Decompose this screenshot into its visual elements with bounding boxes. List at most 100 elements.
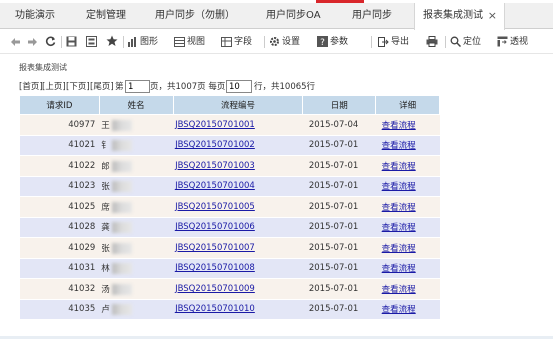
pager-next-link[interactable]: [下页] bbox=[66, 80, 90, 92]
chart-button[interactable]: 图形 bbox=[128, 34, 158, 50]
redacted-name bbox=[111, 263, 132, 275]
table-row: 41022 郎 JBSQ20150701003 2015-07-01 查看流程 bbox=[19, 155, 440, 177]
cell-detail: 查看流程 bbox=[375, 237, 440, 259]
cell-name: 林 bbox=[99, 257, 174, 279]
pivot-icon bbox=[497, 36, 508, 47]
tab-demo[interactable]: 功能演示 bbox=[15, 3, 55, 29]
export-button[interactable]: 导出 bbox=[378, 34, 409, 50]
flow-code-link[interactable]: JBSQ20150701007 bbox=[175, 243, 255, 253]
export-label: 导出 bbox=[391, 37, 410, 47]
page-number-input[interactable] bbox=[125, 80, 150, 93]
close-icon[interactable]: × bbox=[488, 3, 497, 29]
flow-code-link[interactable]: JBSQ20150701004 bbox=[175, 181, 255, 191]
star-icon[interactable] bbox=[106, 34, 120, 50]
cell-detail: 查看流程 bbox=[375, 155, 440, 177]
pivot-button[interactable]: 透视 bbox=[497, 34, 528, 50]
column-header-name[interactable]: 姓名 bbox=[98, 95, 174, 115]
gear-icon bbox=[270, 37, 279, 46]
search-icon bbox=[450, 36, 461, 47]
column-header-code[interactable]: 流程编号 bbox=[172, 95, 304, 115]
user-name: 王 bbox=[101, 120, 110, 131]
user-name: 钅 bbox=[101, 141, 110, 152]
view-flow-link[interactable]: 查看流程 bbox=[382, 264, 416, 274]
cell-date: 2015-07-01 bbox=[302, 257, 376, 279]
tab-report-test[interactable]: 报表集成测试 × bbox=[414, 3, 505, 30]
tab-report-test-label: 报表集成测试 bbox=[423, 10, 483, 21]
arrow-left-icon[interactable] bbox=[10, 34, 23, 50]
cell-id: 41028 bbox=[19, 216, 100, 238]
cell-detail: 查看流程 bbox=[375, 216, 440, 238]
printer-icon[interactable] bbox=[426, 34, 440, 50]
flow-code-link[interactable]: JBSQ20150701005 bbox=[175, 202, 255, 212]
per-page-input[interactable] bbox=[226, 80, 252, 93]
flow-code-link[interactable]: JBSQ20150701003 bbox=[175, 161, 255, 171]
user-name: 席 bbox=[101, 202, 110, 213]
column-header-detail[interactable]: 详细 bbox=[375, 95, 440, 115]
request-id: 40977 bbox=[68, 119, 96, 130]
redacted-name bbox=[111, 304, 132, 316]
field-button[interactable]: 字段 bbox=[221, 34, 252, 50]
flow-code-link[interactable]: JBSQ20150701002 bbox=[175, 140, 255, 150]
bar-chart-icon bbox=[128, 37, 136, 47]
export-icon bbox=[378, 37, 389, 47]
view-button[interactable]: 视图 bbox=[174, 34, 205, 50]
pager-total: 行，共10065行 bbox=[254, 82, 316, 92]
locate-button[interactable]: 定位 bbox=[450, 34, 481, 50]
request-id: 41028 bbox=[68, 222, 96, 233]
pager-prev-link[interactable]: [上页] bbox=[42, 80, 66, 92]
user-name: 张 bbox=[101, 182, 110, 193]
cell-detail: 查看流程 bbox=[375, 196, 440, 218]
settings-button[interactable]: 设置 bbox=[269, 34, 300, 50]
view-flow-link[interactable]: 查看流程 bbox=[382, 305, 416, 315]
report-table: 请求ID 姓名 流程编号 日期 详细 40977 王 JBSQ20150701001… bbox=[19, 95, 440, 320]
view-flow-link[interactable]: 查看流程 bbox=[382, 285, 416, 295]
cell-id: 41031 bbox=[19, 257, 100, 279]
field-label: 字段 bbox=[234, 37, 253, 47]
table-row: 41032 汤 JBSQ20150701009 2015-07-01 查看流程 bbox=[19, 278, 440, 300]
table-row: 41025 席 JBSQ20150701005 2015-07-01 查看流程 bbox=[19, 196, 440, 218]
locate-label: 定位 bbox=[463, 37, 482, 47]
cell-code: JBSQ20150701001 bbox=[173, 114, 303, 136]
request-id: 41025 bbox=[68, 201, 96, 212]
flow-code-link[interactable]: JBSQ20150701009 bbox=[175, 284, 255, 294]
pager-first-link[interactable]: [首页] bbox=[19, 80, 43, 92]
view-label: 视图 bbox=[187, 37, 206, 47]
column-header-id[interactable]: 请求ID bbox=[19, 95, 100, 115]
cell-name: 张 bbox=[99, 237, 174, 259]
flow-code-link[interactable]: JBSQ20150701001 bbox=[175, 120, 255, 130]
flow-code-link[interactable]: JBSQ20150701008 bbox=[175, 263, 255, 273]
cell-date: 2015-07-01 bbox=[302, 134, 376, 156]
table-row: 40977 王 JBSQ20150701001 2015-07-04 查看流程 bbox=[19, 114, 440, 136]
view-flow-link[interactable]: 查看流程 bbox=[382, 182, 416, 192]
view-flow-link[interactable]: 查看流程 bbox=[382, 121, 416, 131]
view-flow-link[interactable]: 查看流程 bbox=[382, 141, 416, 151]
field-icon bbox=[221, 37, 232, 47]
arrow-right-icon[interactable] bbox=[27, 34, 40, 50]
tab-user-sync[interactable]: 用户同步 bbox=[352, 3, 392, 29]
view-flow-link[interactable]: 查看流程 bbox=[382, 203, 416, 213]
tab-custom-manage[interactable]: 定制管理 bbox=[86, 3, 126, 29]
toolbar: 图形 视图 字段 设置 ? 参数 导出 定位 透视 bbox=[0, 30, 553, 54]
app-window: 功能演示 定制管理 用户同步（勿删） 用户同步OA 用户同步 报表集成测试 × bbox=[0, 0, 553, 339]
cell-id: 41022 bbox=[19, 155, 100, 177]
cell-id: 41032 bbox=[19, 278, 100, 300]
tab-user-sync-oa[interactable]: 用户同步OA bbox=[266, 3, 321, 29]
tab-user-sync-nodelete[interactable]: 用户同步（勿删） bbox=[155, 3, 235, 29]
pager-last-link[interactable]: [尾页] bbox=[90, 80, 114, 92]
view-flow-link[interactable]: 查看流程 bbox=[382, 223, 416, 233]
svg-text:?: ? bbox=[320, 38, 325, 47]
save-as-icon[interactable] bbox=[86, 34, 99, 50]
flow-code-link[interactable]: JBSQ20150701006 bbox=[175, 222, 255, 232]
params-button[interactable]: ? 参数 bbox=[317, 34, 348, 50]
redacted-name bbox=[111, 119, 132, 131]
request-id: 41022 bbox=[68, 160, 96, 171]
view-flow-link[interactable]: 查看流程 bbox=[382, 244, 416, 254]
view-flow-link[interactable]: 查看流程 bbox=[382, 162, 416, 172]
save-icon[interactable] bbox=[66, 34, 79, 50]
refresh-icon[interactable] bbox=[45, 34, 58, 50]
column-header-date[interactable]: 日期 bbox=[302, 95, 377, 115]
request-id: 41021 bbox=[68, 140, 96, 151]
cell-date: 2015-07-01 bbox=[302, 298, 376, 320]
cell-id: 41029 bbox=[19, 237, 100, 259]
flow-code-link[interactable]: JBSQ20150701010 bbox=[175, 304, 255, 314]
